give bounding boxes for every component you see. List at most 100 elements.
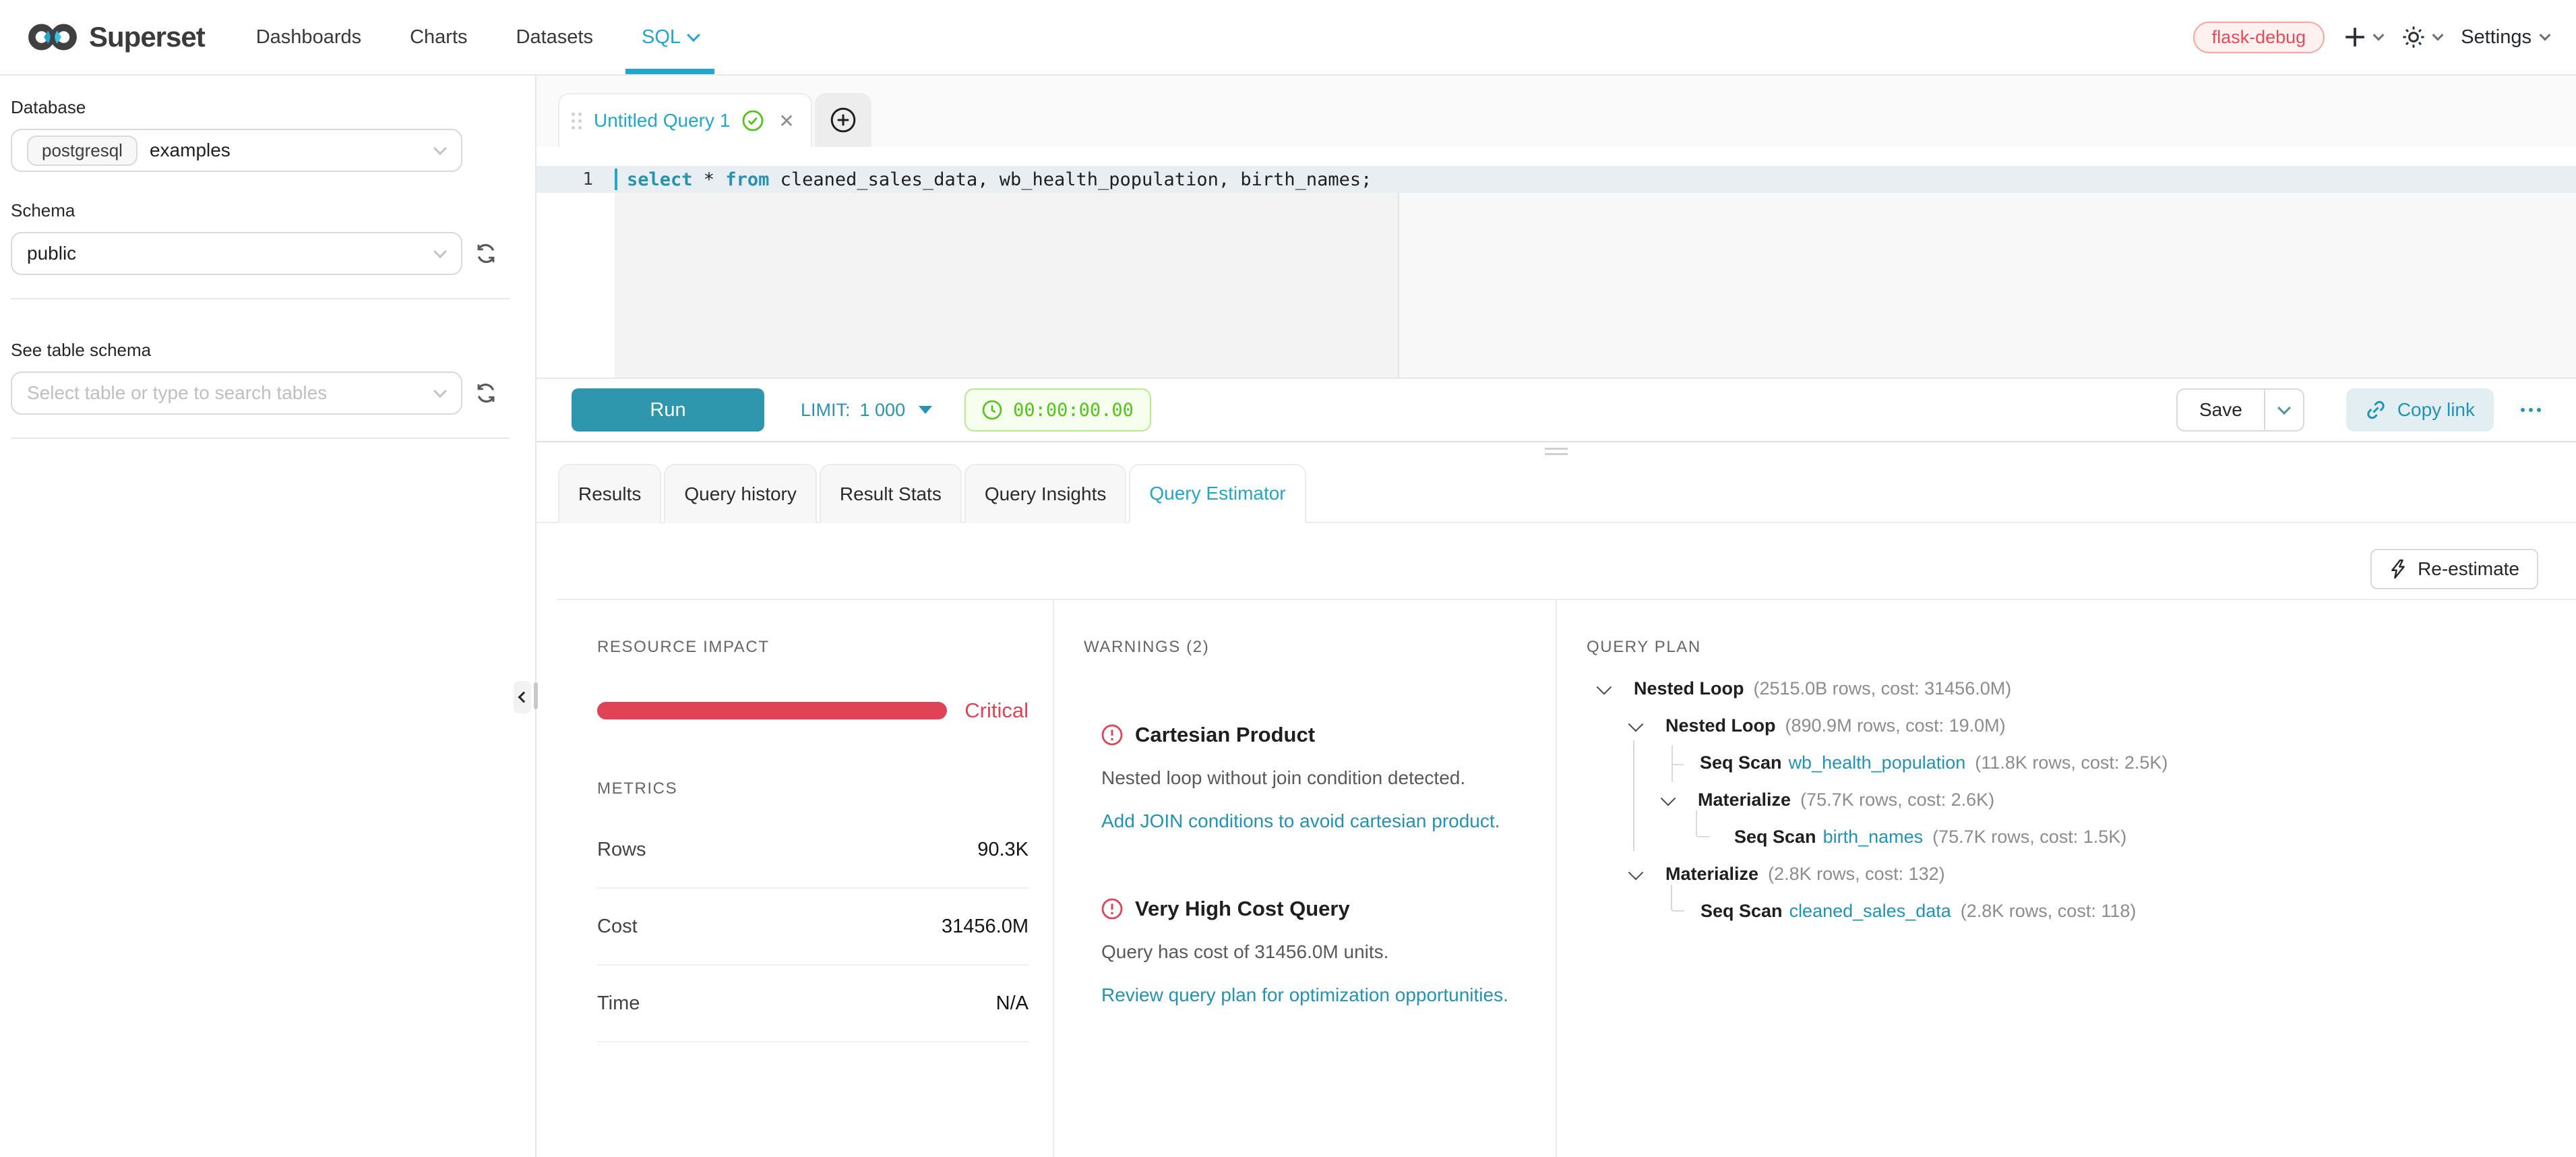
more-actions-button[interactable] bbox=[2521, 408, 2541, 412]
refresh-tables-icon[interactable] bbox=[474, 382, 497, 405]
nav-item-dashboards[interactable]: Dashboards bbox=[256, 0, 361, 74]
table-name-link[interactable]: cleaned_sales_data bbox=[1789, 901, 1951, 922]
plan-node-materialize-1[interactable]: Materialize (75.7K rows, cost: 2.6K) bbox=[1597, 781, 2576, 819]
collapse-sidebar-button[interactable] bbox=[514, 681, 531, 713]
save-button[interactable]: Save bbox=[2178, 390, 2264, 430]
exclamation-circle-icon bbox=[1101, 898, 1123, 920]
close-tab-icon[interactable]: ✕ bbox=[778, 110, 794, 132]
chevron-down-icon bbox=[433, 142, 447, 155]
warning-fix-link[interactable]: Add JOIN conditions to avoid cartesian p… bbox=[1101, 810, 1523, 832]
warning-high-cost: Very High Cost Query Query has cost of 3… bbox=[1101, 897, 1523, 1006]
metric-row-time: Time N/A bbox=[597, 966, 1029, 1042]
metric-row-cost: Cost 31456.0M bbox=[597, 889, 1029, 966]
new-query-tab-button[interactable] bbox=[815, 93, 871, 147]
metrics-list: Rows 90.3K Cost 31456.0M Time N/A bbox=[597, 812, 1029, 1042]
impact-progress-bar bbox=[597, 702, 947, 719]
chevron-down-icon bbox=[687, 28, 700, 42]
tab-results[interactable]: Results bbox=[558, 464, 661, 523]
results-tab-bar: Results Query history Result Stats Query… bbox=[536, 464, 2576, 523]
estimator-toolbar: Re-estimate bbox=[536, 523, 2576, 599]
schema-select[interactable]: public bbox=[11, 232, 462, 275]
impact-level-label: Critical bbox=[964, 699, 1029, 723]
save-dropdown-button[interactable] bbox=[2264, 390, 2303, 430]
resource-impact-header: RESOURCE IMPACT bbox=[597, 638, 1029, 657]
table-select[interactable]: Select table or type to search tables bbox=[11, 372, 462, 415]
plan-node-nested-loop[interactable]: Nested Loop (890.9M rows, cost: 19.0M) bbox=[1597, 707, 2576, 744]
database-select[interactable]: postgresql examples bbox=[11, 129, 462, 172]
sql-lab-sidebar: Database postgresql examples Schema publ… bbox=[0, 76, 536, 1157]
theme-toggle-button[interactable] bbox=[2401, 25, 2442, 49]
plan-node-nested-loop-root[interactable]: Nested Loop (2515.0B rows, cost: 31456.0… bbox=[1597, 670, 2576, 707]
limit-dropdown[interactable]: LIMIT:1 000 bbox=[801, 400, 932, 421]
caret-down-icon bbox=[919, 406, 932, 414]
reestimate-button[interactable]: Re-estimate bbox=[2370, 549, 2538, 589]
plan-node-materialize-2[interactable]: Materialize (2.8K rows, cost: 132) bbox=[1597, 856, 2576, 893]
schema-label: Schema bbox=[11, 200, 524, 221]
table-select-placeholder: Select table or type to search tables bbox=[27, 382, 327, 404]
nav-menu: Dashboards Charts Datasets SQL bbox=[256, 0, 698, 74]
new-item-button[interactable] bbox=[2343, 26, 2383, 49]
chevron-down-icon bbox=[433, 384, 447, 398]
superset-logo[interactable]: Superset bbox=[27, 20, 205, 55]
plan-node-seq-scan-wb-health[interactable]: Seq Scan wb_health_population (11.8K row… bbox=[1597, 744, 2576, 781]
tab-query-estimator[interactable]: Query Estimator bbox=[1129, 464, 1306, 523]
tab-query-history[interactable]: Query history bbox=[664, 464, 817, 523]
drag-handle-icon[interactable] bbox=[572, 113, 582, 129]
warnings-column: WARNINGS (2) Cartesian Product Nested lo… bbox=[1054, 600, 1557, 1157]
chevron-down-icon[interactable] bbox=[1661, 790, 1676, 806]
warnings-header: WARNINGS (2) bbox=[1084, 638, 1523, 657]
resource-impact-column: RESOURCE IMPACT Critical METRICS Rows 90… bbox=[557, 600, 1054, 1157]
query-tab-title: Untitled Query 1 bbox=[594, 110, 730, 131]
chevron-down-icon[interactable] bbox=[1628, 716, 1644, 732]
schema-value: public bbox=[27, 243, 76, 264]
sql-code-line: select * from cleaned_sales_data, wb_hea… bbox=[617, 169, 1372, 190]
sql-editor[interactable]: 1 select * from cleaned_sales_data, wb_h… bbox=[536, 147, 2576, 378]
top-nav: Superset Dashboards Charts Datasets SQL … bbox=[0, 0, 2576, 76]
editor-toolbar: Run LIMIT:1 000 00:00:00.00 Save bbox=[536, 378, 2576, 442]
nav-item-sql[interactable]: SQL bbox=[642, 0, 698, 74]
table-name-link[interactable]: birth_names bbox=[1823, 827, 1924, 848]
divider bbox=[11, 438, 510, 439]
results-panel: Results Query history Result Stats Query… bbox=[536, 442, 2576, 1157]
chevron-down-icon bbox=[2432, 30, 2444, 41]
nav-item-datasets[interactable]: Datasets bbox=[516, 0, 593, 74]
superset-logo-icon bbox=[27, 20, 78, 55]
query-tab[interactable]: Untitled Query 1 ✕ bbox=[558, 93, 812, 147]
tree-connector bbox=[1696, 810, 1709, 837]
brand-wordmark: Superset bbox=[89, 21, 205, 53]
chevron-left-icon bbox=[518, 692, 530, 703]
query-plan-column: QUERY PLAN Nested Loop (2515.0B rows, co… bbox=[1557, 600, 2576, 1157]
lightning-bolt-icon bbox=[2389, 559, 2407, 579]
query-success-icon bbox=[742, 110, 764, 131]
timer-value: 00:00:00.00 bbox=[1013, 400, 1134, 421]
tab-result-stats[interactable]: Result Stats bbox=[820, 464, 962, 523]
warning-cartesian-product: Cartesian Product Nested loop without jo… bbox=[1101, 723, 1523, 832]
copy-link-button[interactable]: Copy link bbox=[2346, 388, 2494, 432]
estimator-columns: RESOURCE IMPACT Critical METRICS Rows 90… bbox=[557, 599, 2576, 1157]
nav-right: flask-debug Settings bbox=[2193, 22, 2549, 53]
table-schema-label: See table schema bbox=[11, 340, 524, 361]
warning-fix-link[interactable]: Review query plan for optimization oppor… bbox=[1101, 984, 1523, 1006]
refresh-schemas-icon[interactable] bbox=[474, 242, 497, 265]
chevron-down-icon bbox=[2277, 401, 2291, 415]
chevron-down-icon[interactable] bbox=[1597, 679, 1612, 694]
scrollbar-thumb[interactable] bbox=[534, 682, 538, 709]
clock-icon bbox=[982, 400, 1002, 420]
tab-query-insights[interactable]: Query Insights bbox=[964, 464, 1127, 523]
settings-menu[interactable]: Settings bbox=[2461, 26, 2549, 49]
run-button[interactable]: Run bbox=[572, 388, 764, 432]
plan-node-seq-scan-cleaned-sales[interactable]: Seq Scan cleaned_sales_data (2.8K rows, … bbox=[1597, 893, 2576, 930]
save-split-button: Save bbox=[2176, 388, 2304, 432]
pane-resize-handle[interactable] bbox=[1545, 448, 1568, 455]
nav-item-charts[interactable]: Charts bbox=[410, 0, 467, 74]
plan-node-seq-scan-birth-names[interactable]: Seq Scan birth_names (75.7K rows, cost: … bbox=[1597, 819, 2576, 856]
query-plan-header: QUERY PLAN bbox=[1587, 638, 2576, 657]
chevron-down-icon[interactable] bbox=[1628, 864, 1644, 880]
database-value: examples bbox=[150, 140, 231, 161]
sql-lab-main: Untitled Query 1 ✕ 1 s bbox=[536, 76, 2576, 1157]
editor-empty-area bbox=[536, 193, 2576, 378]
table-name-link[interactable]: wb_health_population bbox=[1789, 752, 1966, 773]
chevron-down-icon bbox=[433, 245, 447, 258]
query-timer: 00:00:00.00 bbox=[964, 388, 1151, 432]
tree-connector bbox=[1671, 885, 1684, 912]
